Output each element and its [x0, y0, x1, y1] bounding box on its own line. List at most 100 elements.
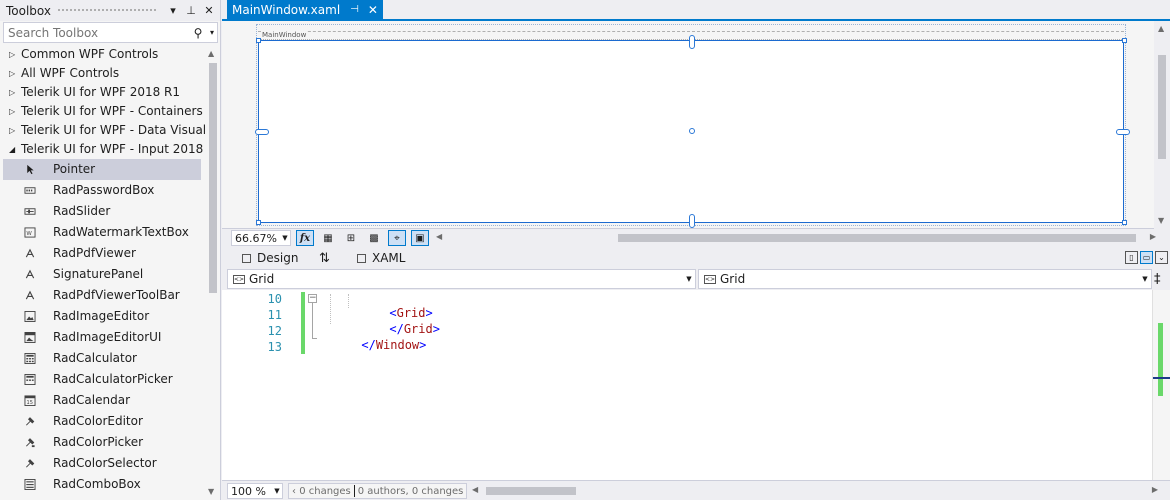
right-margin-chain-icon[interactable]	[1116, 129, 1130, 135]
toolbox-item[interactable]: RadCalculator	[0, 348, 206, 369]
expand-arrow-icon[interactable]: ▷	[9, 102, 15, 121]
toolbox-item-pointer[interactable]: Pointer	[3, 159, 201, 180]
collapse-pane-icon[interactable]: ⌄	[1155, 251, 1168, 264]
toolbox-item[interactable]: RadImageEditor	[0, 306, 206, 327]
chevron-down-icon[interactable]: ▼	[280, 234, 290, 242]
scroll-up-icon[interactable]: ▲	[208, 49, 214, 58]
element-dropdown-right[interactable]: <> Grid ▼	[698, 269, 1152, 289]
designer-window-title: MainWindow	[261, 31, 308, 39]
toolbox-title-bar[interactable]: Toolbox ▾ ⊥ ✕	[0, 0, 220, 21]
toolbox-category[interactable]: ▷Telerik UI for WPF - Data Visualiz...	[0, 121, 206, 140]
toolbox-category-expanded[interactable]: ◢ Telerik UI for WPF - Input 2018 R1	[0, 140, 206, 159]
bottom-margin-chain-icon[interactable]	[689, 214, 695, 228]
scroll-up-icon[interactable]: ▲	[1158, 24, 1164, 33]
toolbox-search-input[interactable]	[8, 25, 189, 40]
xaml-code-editor[interactable]: 10 11 12 13 − <Grid> </Grid> </Window>	[222, 290, 1170, 480]
toolbox-item[interactable]: RadColorEditor	[0, 411, 206, 432]
codelens-changes[interactable]: ‹ 0 changes 0 authors, 0 changes	[288, 483, 468, 499]
scroll-right-icon[interactable]: ▶	[1150, 232, 1156, 241]
chevron-down-icon[interactable]: ▼	[272, 487, 282, 495]
scrollbar-thumb[interactable]	[1158, 55, 1166, 159]
resize-handle[interactable]	[1122, 220, 1127, 225]
close-icon[interactable]: ✕	[202, 4, 216, 17]
scroll-right-icon[interactable]: ▶	[1152, 485, 1158, 494]
scroll-down-icon[interactable]: ▼	[1158, 216, 1164, 225]
toolbox-category[interactable]: ▷ All WPF Controls	[0, 64, 206, 83]
drag-grip[interactable]	[57, 8, 158, 13]
toolbox-category[interactable]: ▷ Telerik UI for WPF - Containers 2...	[0, 102, 206, 121]
scrollbar-thumb[interactable]	[486, 487, 576, 495]
toolbox-item[interactable]: RadComboBox	[0, 474, 206, 495]
design-surface[interactable]: MainWindow ▲ ▼	[222, 21, 1170, 229]
toolbox-item[interactable]: RadColorSelector	[0, 453, 206, 474]
window-position-dropdown-icon[interactable]: ▾	[166, 4, 180, 17]
tab-xaml[interactable]: XAML	[357, 249, 405, 267]
effects-toggle-button[interactable]: fx	[296, 230, 314, 246]
element-dropdown-left[interactable]: <> Grid ▼	[227, 269, 696, 289]
scrollbar-thumb[interactable]	[209, 63, 217, 293]
signature-icon	[25, 269, 35, 279]
snap-to-gridlines-button[interactable]: ⊞	[342, 230, 360, 246]
editor-split-icon[interactable]: ‡	[1154, 272, 1161, 287]
tab-design[interactable]: Design	[242, 249, 298, 267]
editor-zoom-value: 100 %	[231, 484, 266, 498]
resize-handle[interactable]	[256, 38, 261, 43]
search-options-dropdown-icon[interactable]: ▾	[207, 28, 217, 37]
scrollbar-thumb[interactable]	[618, 234, 1136, 242]
left-margin-chain-icon[interactable]	[255, 129, 269, 135]
toolbox-item[interactable]: RadCalculatorPicker	[0, 369, 206, 390]
editor-scrollbar[interactable]	[1152, 290, 1170, 480]
toolbox-item[interactable]: RadPdfViewerToolBar	[0, 285, 206, 306]
toolbox-item[interactable]: RadImageEditorUI	[0, 327, 206, 348]
line-number-gutter: 10 11 12 13	[222, 290, 300, 480]
editor-horizontal-scrollbar[interactable]: ◀ ▶	[472, 481, 1158, 500]
close-tab-icon[interactable]: ✕	[368, 3, 378, 17]
toolbox-item[interactable]: RadColorPicker	[0, 432, 206, 453]
expand-arrow-icon[interactable]: ▷	[9, 64, 15, 83]
search-icon[interactable]: ⚲	[189, 26, 207, 40]
grid-toggle-button[interactable]: ▦	[319, 230, 337, 246]
toolbox-category[interactable]: ▷ Telerik UI for WPF 2018 R1	[0, 83, 206, 102]
toolbox-item[interactable]: 15 RadCalendar	[0, 390, 206, 411]
project-code-button[interactable]: ▣	[411, 230, 429, 246]
collapse-block-icon[interactable]: −	[308, 294, 317, 303]
toolbox-item[interactable]: RadSlider	[0, 201, 206, 222]
editor-zoom-dropdown[interactable]: 100 % ▼	[227, 483, 283, 499]
toolbox-item[interactable]: W RadWatermarkTextBox	[0, 222, 206, 243]
top-margin-chain-icon[interactable]	[689, 35, 695, 49]
chevron-down-icon[interactable]: ▼	[683, 275, 695, 283]
snap-to-snaplines-button[interactable]: ⌖	[388, 230, 406, 246]
expand-arrow-icon[interactable]: ▷	[9, 45, 15, 64]
chevron-down-icon[interactable]: ▼	[1139, 275, 1151, 283]
toolbox-category[interactable]: ▷ Common WPF Controls	[0, 45, 206, 64]
toolbox-item[interactable]: SignaturePanel	[0, 264, 206, 285]
expand-arrow-icon[interactable]: ▷	[9, 83, 15, 102]
collapse-arrow-icon[interactable]: ◢	[9, 140, 15, 159]
scroll-down-icon[interactable]: ▼	[208, 487, 214, 496]
toolbox-item[interactable]: RadPdfViewer	[0, 243, 206, 264]
toolbox-scrollbar[interactable]: ▲ ▼	[206, 45, 220, 500]
center-anchor[interactable]	[689, 128, 695, 134]
horizontal-split-icon[interactable]: ▭	[1140, 251, 1153, 264]
code-line[interactable]	[318, 340, 361, 382]
artboard-background-button[interactable]: ▩	[365, 230, 383, 246]
swap-panes-button[interactable]: ⇅	[319, 249, 330, 267]
expand-arrow-icon[interactable]: ▷	[9, 121, 15, 140]
scroll-left-icon[interactable]: ◀	[436, 232, 442, 241]
tab-mainwindow-xaml[interactable]: MainWindow.xaml ⊣ ✕	[227, 0, 383, 19]
resize-handle[interactable]	[1122, 38, 1127, 43]
designer-horizontal-scrollbar[interactable]: ◀ ▶	[436, 229, 1156, 247]
zoom-dropdown[interactable]: 66.67% ▼	[231, 230, 291, 246]
changes-count[interactable]: 0 changes	[299, 486, 351, 497]
toolbox-search[interactable]: ⚲ ▾	[3, 22, 218, 43]
scroll-left-icon[interactable]: ◀	[472, 485, 478, 494]
pin-icon[interactable]: ⊥	[184, 4, 198, 17]
authors-count[interactable]: 0 authors, 0 changes	[358, 486, 464, 497]
pin-tab-icon[interactable]: ⊣	[350, 4, 359, 15]
back-arrow-icon[interactable]: ‹	[292, 486, 296, 497]
designer-scrollbar[interactable]: ▲ ▼	[1154, 21, 1170, 229]
vertical-split-icon[interactable]: ▯	[1125, 251, 1138, 264]
toolbox-item[interactable]: RadPasswordBox	[0, 180, 206, 201]
pointer-icon	[27, 164, 34, 175]
resize-handle[interactable]	[256, 220, 261, 225]
